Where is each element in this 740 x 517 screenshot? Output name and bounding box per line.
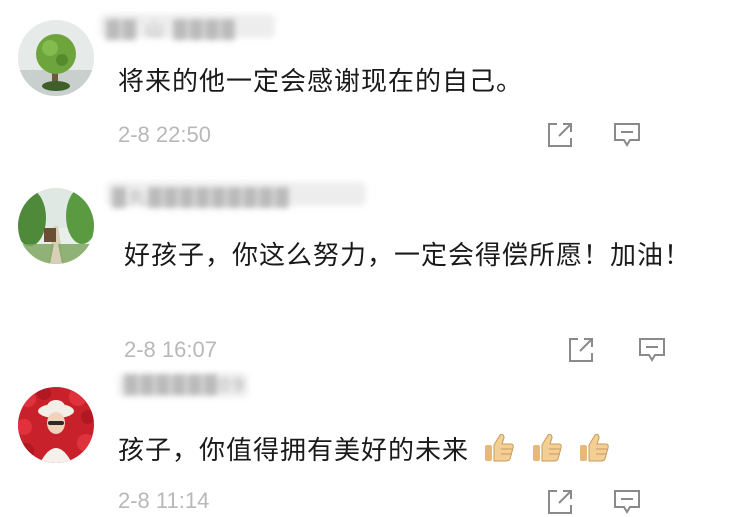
- reply-icon[interactable]: [637, 335, 667, 365]
- comment-item: ▓▓ 山 ▓▓▓▓ 将来的他一定会感谢现在的自己。 2-8 22:50: [0, 0, 740, 165]
- reply-icon[interactable]: [612, 487, 642, 517]
- username[interactable]: ▓▓▓▓▓▓09: [118, 373, 248, 397]
- thumbs-up-emoji: [579, 433, 609, 462]
- comment-text: 将来的他一定会感谢现在的自己。: [118, 67, 524, 97]
- comment-text: 孩子，你值得拥有美好的未来: [118, 429, 718, 473]
- comment-item: ▓▓▓▓▓▓09 孩子，你值得拥有美好的未来 2-8 11:14: [0, 373, 740, 514]
- share-icon[interactable]: [566, 335, 596, 365]
- username[interactable]: ▓丸▓▓▓▓▓▓▓▓▓: [106, 182, 366, 209]
- timestamp: 2-8 11:14: [118, 488, 210, 513]
- comment-text: 好孩子，你这么努力，一定会得偿所愿！加油！: [124, 241, 692, 271]
- reply-icon[interactable]: [612, 120, 642, 150]
- user-avatar[interactable]: [18, 20, 94, 96]
- timestamp: 2-8 22:50: [118, 122, 211, 147]
- woman-with-red-roses-avatar: [18, 387, 94, 463]
- share-icon[interactable]: [545, 487, 575, 517]
- thumbs-up-emoji: [532, 433, 562, 462]
- user-avatar[interactable]: [18, 188, 94, 264]
- thumbs-up-emoji: [485, 433, 515, 462]
- timestamp: 2-8 16:07: [124, 337, 217, 362]
- moss-ball-tree-avatar: [18, 20, 94, 96]
- comment-item: ▓丸▓▓▓▓▓▓▓▓▓ 好孩子，你这么努力，一定会得偿所愿！加油！ 2-8 16…: [0, 170, 740, 370]
- share-icon[interactable]: [545, 120, 575, 150]
- user-avatar[interactable]: [18, 387, 94, 463]
- garden-path-avatar: [18, 188, 94, 264]
- username[interactable]: ▓▓ 山 ▓▓▓▓: [100, 14, 275, 41]
- comment-body: 孩子，你值得拥有美好的未来: [118, 436, 470, 466]
